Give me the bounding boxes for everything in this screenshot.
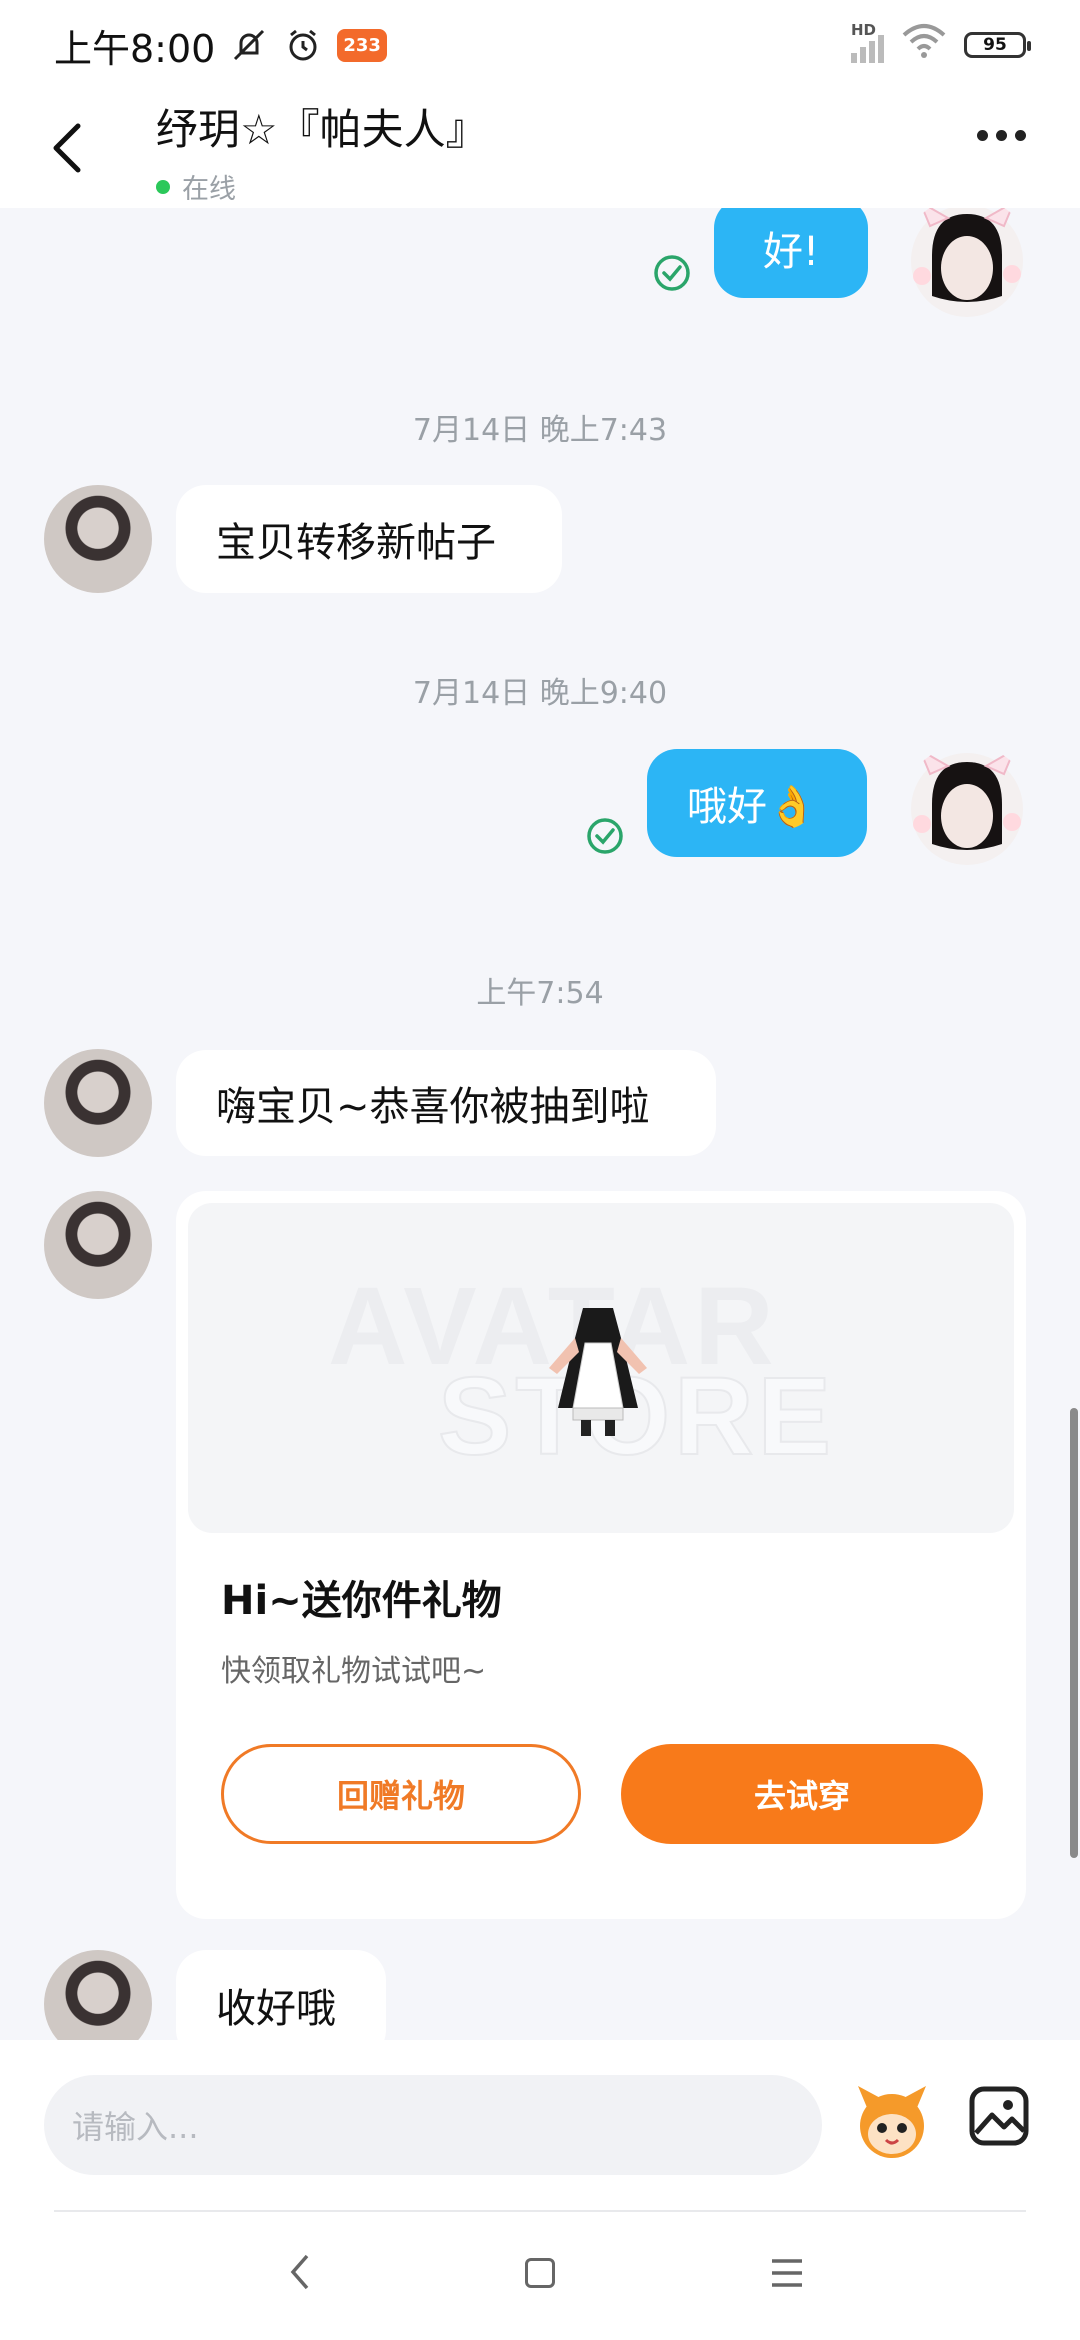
- message-input[interactable]: 请输入...: [44, 2075, 822, 2175]
- system-nav-bar: [0, 2250, 1080, 2310]
- dot-icon: [996, 130, 1007, 141]
- scrollbar[interactable]: [1070, 1408, 1078, 1858]
- wifi-icon: [902, 23, 946, 68]
- contact-avatar[interactable]: [44, 1049, 152, 1157]
- alarm-icon: [283, 25, 323, 65]
- message-bubble-in[interactable]: 收好哦: [176, 1950, 386, 2040]
- chat-header: 纾玥☆『帕夫人』 在线: [0, 90, 1080, 208]
- contact-avatar[interactable]: [44, 1191, 152, 1299]
- image-button[interactable]: [968, 2085, 1030, 2147]
- status-bar: 上午8:00 233 HD 95: [0, 0, 1080, 90]
- chevron-left-icon: [53, 123, 81, 173]
- read-check-icon: [585, 816, 625, 856]
- contact-name: 纾玥☆『帕夫人』: [156, 105, 488, 154]
- sticker-button[interactable]: [850, 2080, 934, 2164]
- battery-icon: 95: [964, 32, 1031, 58]
- timestamp: 7月14日 晚上9:40: [412, 676, 668, 711]
- return-gift-button[interactable]: 回赠礼物: [221, 1744, 581, 1844]
- app-badge: 233: [337, 28, 387, 62]
- timestamp: 上午7:54: [476, 976, 604, 1011]
- mascot-face-icon: [858, 2086, 926, 2158]
- divider: [54, 2210, 1026, 2212]
- try-on-button[interactable]: 去试穿: [621, 1744, 983, 1844]
- chat-messages[interactable]: 好! 7月14日 晚上7:43 宝贝转移新帖子 7月14日 晚上9:40 哦好👌…: [0, 208, 1080, 2040]
- image-icon: [969, 2086, 1029, 2146]
- input-bar: 请输入...: [0, 2040, 1080, 2340]
- signal-icon: HD: [851, 21, 884, 63]
- gift-title: Hi~送你件礼物: [221, 1578, 502, 1624]
- maid-outfit-icon: [549, 1308, 647, 1436]
- nav-menu-icon[interactable]: [770, 2258, 804, 2288]
- contact-avatar[interactable]: [44, 485, 152, 593]
- mute-icon: [229, 25, 269, 65]
- message-bubble-in[interactable]: 宝贝转移新帖子: [176, 485, 562, 593]
- nav-home-icon[interactable]: [525, 2258, 555, 2288]
- gift-image[interactable]: AVATAR STORE: [188, 1203, 1014, 1533]
- read-check-icon: [652, 253, 692, 293]
- gift-card[interactable]: AVATAR STORE Hi~送你件礼物 快领取礼物试试吧~ 回赠礼物 去试穿: [176, 1191, 1026, 1919]
- nav-back-icon[interactable]: [285, 2250, 315, 2294]
- timestamp: 7月14日 晚上7:43: [412, 413, 668, 448]
- message-bubble-in[interactable]: 嗨宝贝~恭喜你被抽到啦: [176, 1050, 716, 1156]
- my-avatar[interactable]: [902, 208, 1032, 326]
- message-bubble-out[interactable]: 哦好👌: [647, 749, 867, 857]
- gift-subtitle: 快领取礼物试试吧~: [221, 1654, 487, 1689]
- dot-icon: [977, 130, 988, 141]
- network-type: HD: [851, 21, 877, 39]
- online-status: 在线: [156, 167, 488, 206]
- more-options-button[interactable]: [977, 130, 1026, 141]
- dot-icon: [1015, 130, 1026, 141]
- contact-avatar[interactable]: [44, 1950, 152, 2040]
- status-time: 上午8:00: [54, 26, 216, 71]
- back-button[interactable]: [50, 118, 110, 178]
- message-bubble-out[interactable]: 好!: [714, 208, 868, 298]
- online-label: 在线: [182, 174, 236, 205]
- online-dot-icon: [156, 179, 170, 194]
- my-avatar[interactable]: [902, 744, 1032, 874]
